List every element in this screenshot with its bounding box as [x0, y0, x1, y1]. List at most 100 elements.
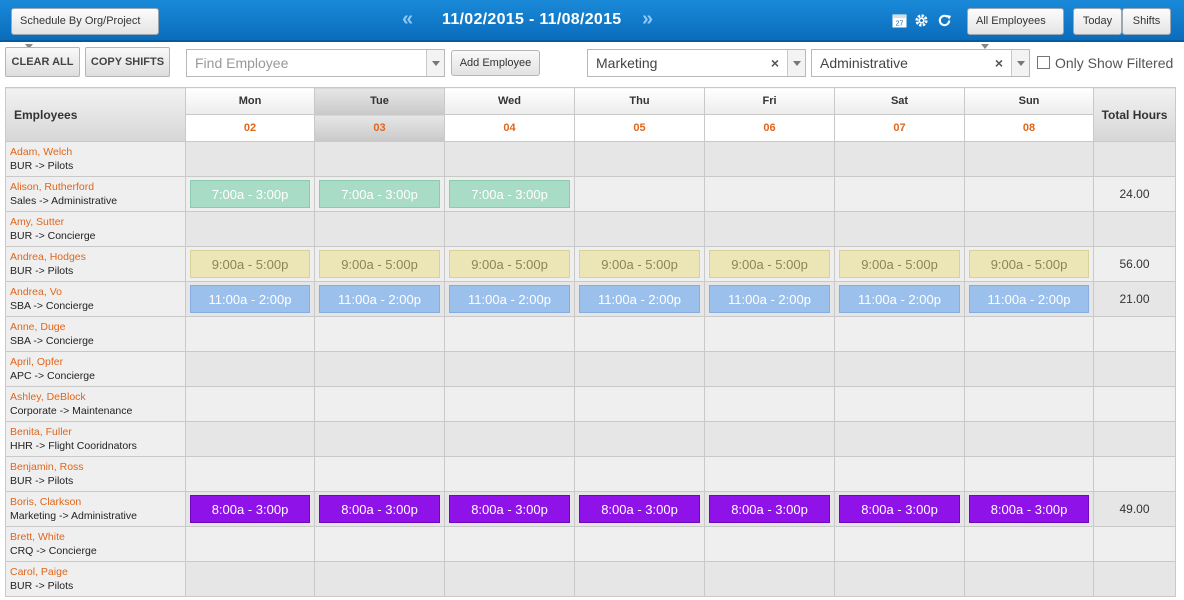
schedule-cell[interactable] — [964, 526, 1094, 562]
calendar-icon[interactable]: 27 — [891, 13, 907, 29]
schedule-cell[interactable] — [834, 316, 965, 352]
shift-block[interactable]: 8:00a - 3:00p — [190, 495, 310, 523]
shift-block[interactable]: 8:00a - 3:00p — [579, 495, 700, 523]
schedule-cell[interactable] — [704, 526, 835, 562]
shift-block[interactable]: 9:00a - 5:00p — [190, 250, 310, 278]
schedule-cell[interactable] — [185, 386, 315, 422]
schedule-cell[interactable] — [964, 141, 1094, 177]
employee-name-link[interactable]: Alison, Rutherford — [10, 180, 185, 194]
schedule-cell[interactable] — [574, 141, 705, 177]
schedule-cell[interactable] — [964, 456, 1094, 492]
day-header-thu[interactable]: Thu — [574, 87, 705, 115]
schedule-cell[interactable] — [834, 456, 965, 492]
schedule-cell[interactable] — [444, 211, 575, 247]
schedule-cell[interactable]: 9:00a - 5:00p — [314, 246, 445, 282]
employee-filter-dropdown[interactable]: All Employees — [967, 8, 1064, 49]
schedule-cell[interactable] — [314, 316, 445, 352]
find-employee-input[interactable]: Find Employee — [186, 49, 445, 77]
day-header-wed[interactable]: Wed — [444, 87, 575, 115]
schedule-cell[interactable] — [704, 351, 835, 387]
schedule-cell[interactable]: 11:00a - 2:00p — [444, 281, 575, 317]
schedule-cell[interactable] — [704, 316, 835, 352]
filter-select-1[interactable]: Marketing × — [587, 49, 806, 77]
schedule-cell[interactable] — [964, 316, 1094, 352]
schedule-cell[interactable] — [574, 351, 705, 387]
employee-name-link[interactable]: Boris, Clarkson — [10, 495, 185, 509]
schedule-cell[interactable] — [964, 211, 1094, 247]
employee-name-link[interactable]: Adam, Welch — [10, 145, 185, 159]
shift-block[interactable]: 7:00a - 3:00p — [190, 180, 310, 208]
schedule-cell[interactable] — [185, 211, 315, 247]
shift-block[interactable]: 9:00a - 5:00p — [449, 250, 570, 278]
schedule-cell[interactable] — [964, 386, 1094, 422]
schedule-cell[interactable] — [574, 421, 705, 457]
schedule-cell[interactable] — [704, 176, 835, 212]
schedule-cell[interactable]: 9:00a - 5:00p — [574, 246, 705, 282]
schedule-cell[interactable] — [444, 456, 575, 492]
schedule-cell[interactable] — [964, 421, 1094, 457]
schedule-cell[interactable]: 9:00a - 5:00p — [185, 246, 315, 282]
employee-name-link[interactable]: Benita, Fuller — [10, 425, 185, 439]
schedule-cell[interactable]: 11:00a - 2:00p — [314, 281, 445, 317]
schedule-cell[interactable] — [444, 316, 575, 352]
employee-name-link[interactable]: Brett, White — [10, 530, 185, 544]
schedule-cell[interactable] — [574, 211, 705, 247]
schedule-cell[interactable] — [314, 561, 445, 597]
schedule-cell[interactable] — [314, 386, 445, 422]
add-employee-button[interactable]: Add Employee — [451, 50, 540, 76]
day-header-sun[interactable]: Sun — [964, 87, 1094, 115]
schedule-cell[interactable]: 11:00a - 2:00p — [185, 281, 315, 317]
schedule-cell[interactable] — [314, 421, 445, 457]
shift-block[interactable]: 11:00a - 2:00p — [839, 285, 960, 313]
day-header-fri[interactable]: Fri — [704, 87, 835, 115]
shift-block[interactable]: 9:00a - 5:00p — [839, 250, 960, 278]
filter-select-2[interactable]: Administrative × — [811, 49, 1030, 77]
schedule-cell[interactable] — [185, 316, 315, 352]
schedule-cell[interactable]: 11:00a - 2:00p — [834, 281, 965, 317]
employee-name-link[interactable]: Benjamin, Ross — [10, 460, 185, 474]
employee-name-link[interactable]: Andrea, Vo — [10, 285, 185, 299]
schedule-cell[interactable] — [444, 141, 575, 177]
day-header-mon[interactable]: Mon — [185, 87, 315, 115]
schedule-cell[interactable] — [834, 141, 965, 177]
shift-block[interactable]: 9:00a - 5:00p — [709, 250, 830, 278]
today-button[interactable]: Today — [1073, 8, 1122, 35]
clear-all-button[interactable]: CLEAR ALL — [5, 47, 80, 77]
schedule-cell[interactable]: 8:00a - 3:00p — [444, 491, 575, 527]
schedule-cell[interactable]: 11:00a - 2:00p — [574, 281, 705, 317]
schedule-cell[interactable]: 8:00a - 3:00p — [964, 491, 1094, 527]
schedule-cell[interactable] — [834, 561, 965, 597]
employee-name-link[interactable]: Anne, Duge — [10, 320, 185, 334]
schedule-cell[interactable] — [964, 176, 1094, 212]
shift-block[interactable]: 11:00a - 2:00p — [579, 285, 700, 313]
schedule-cell[interactable] — [834, 421, 965, 457]
schedule-cell[interactable]: 11:00a - 2:00p — [964, 281, 1094, 317]
schedule-cell[interactable] — [704, 421, 835, 457]
chevron-down-icon[interactable] — [1011, 50, 1029, 76]
schedule-cell[interactable]: 9:00a - 5:00p — [964, 246, 1094, 282]
schedule-cell[interactable] — [185, 421, 315, 457]
shift-block[interactable]: 8:00a - 3:00p — [449, 495, 570, 523]
schedule-cell[interactable] — [444, 421, 575, 457]
schedule-cell[interactable] — [314, 211, 445, 247]
shift-block[interactable]: 7:00a - 3:00p — [449, 180, 570, 208]
clear-icon[interactable]: × — [995, 50, 1003, 76]
day-header-tue[interactable]: Tue — [314, 87, 445, 115]
schedule-cell[interactable] — [834, 176, 965, 212]
schedule-cell[interactable] — [704, 211, 835, 247]
gear-icon[interactable] — [913, 13, 929, 29]
schedule-cell[interactable] — [704, 386, 835, 422]
employee-name-link[interactable]: Amy, Sutter — [10, 215, 185, 229]
schedule-cell[interactable]: 8:00a - 3:00p — [834, 491, 965, 527]
shift-block[interactable]: 11:00a - 2:00p — [969, 285, 1089, 313]
schedule-cell[interactable] — [185, 561, 315, 597]
refresh-icon[interactable] — [936, 13, 952, 29]
schedule-cell[interactable] — [704, 456, 835, 492]
schedule-cell[interactable] — [574, 561, 705, 597]
schedule-cell[interactable]: 7:00a - 3:00p — [185, 176, 315, 212]
schedule-cell[interactable] — [444, 386, 575, 422]
schedule-cell[interactable] — [964, 561, 1094, 597]
shift-block[interactable]: 8:00a - 3:00p — [709, 495, 830, 523]
shift-block[interactable]: 7:00a - 3:00p — [319, 180, 440, 208]
clear-icon[interactable]: × — [771, 50, 779, 76]
